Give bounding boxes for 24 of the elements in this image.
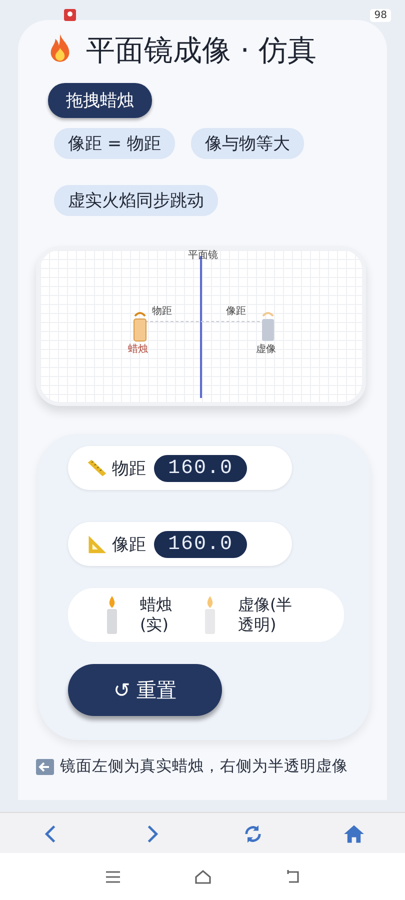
readout-value: 160.0 (154, 454, 248, 482)
ruler-icon (86, 457, 108, 479)
candle-label: 蜡烛 (128, 344, 148, 355)
mirror-label: 平面镜 (188, 250, 218, 261)
candle-icon (202, 595, 218, 635)
virtual-image-label: 虚像 (256, 344, 276, 355)
drag-candle-button[interactable]: 拖拽蜡烛 (48, 83, 152, 118)
legend-label: 蜡烛(实) (140, 595, 173, 635)
flame-icon (48, 33, 72, 63)
feature-tag: 像与物等大 (191, 128, 304, 159)
note-text: 镜面左侧为真实蜡烛，右侧为半透明虚像 (60, 756, 348, 777)
candle-icon (104, 595, 120, 635)
battery-level: 98 (370, 8, 391, 22)
readout-value: 160.0 (154, 530, 248, 558)
readout-label: 物距 (112, 458, 146, 480)
legend-label: 虚像(半透明) (238, 595, 294, 635)
readout-label: 像距 (112, 534, 146, 556)
image-distance-label: 像距 (226, 306, 246, 317)
object-distance-label: 物距 (152, 306, 172, 317)
reset-button[interactable]: ↺ 重置 (68, 664, 222, 716)
feature-tag: 像距 = 物距 (54, 128, 176, 159)
feature-tag: 虚实火焰同步跳动 (54, 185, 218, 216)
home-icon[interactable] (343, 822, 366, 844)
title-text: 平面镜成像 · 仿真 (86, 33, 317, 67)
